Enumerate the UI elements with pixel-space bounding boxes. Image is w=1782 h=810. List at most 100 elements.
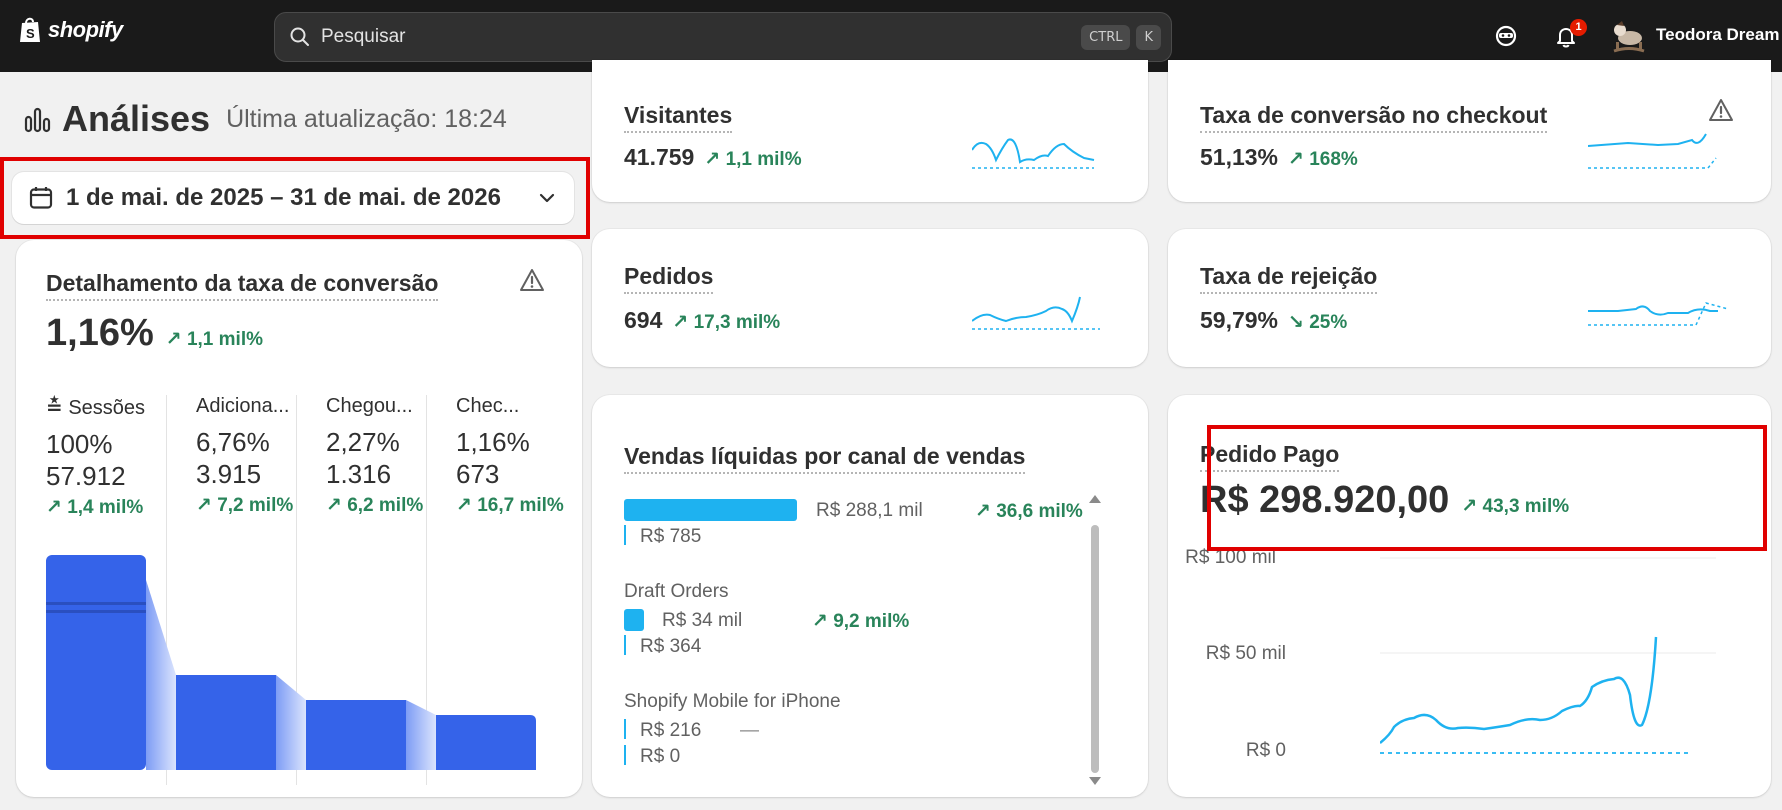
channel-name: Shopify Mobile for iPhone (624, 691, 841, 712)
bounce-rate-sparkline (1588, 302, 1729, 326)
channel-delta: 36,6 mil% (996, 501, 1083, 522)
last-updated-text: Última atualização: 18:24 (226, 104, 507, 133)
funnel-bar-divider (46, 602, 146, 605)
visitors-card: Visitantes 41.759 ↗ 1,1 mil% (592, 60, 1148, 202)
paid-orders-value: R$ 298.920,00 (1200, 479, 1450, 521)
warning-icon[interactable] (519, 268, 545, 292)
visitors-value: 41.759 (624, 144, 695, 170)
funnel-bar (46, 555, 146, 770)
funnel-count: 57.912 (46, 461, 126, 491)
y-axis-label: R$ 50 mil (1205, 643, 1286, 664)
channel-current-value: R$ 34 mil (662, 610, 743, 631)
sales-channel-title[interactable]: Vendas líquidas por canal de vendas (624, 443, 1026, 474)
conversion-breakdown-card: Detalhamento da taxa de conversão 1,16% … (16, 240, 582, 797)
funnel-connector (406, 700, 436, 770)
scrollbar-thumb[interactable] (1091, 525, 1099, 773)
conversion-delta-text: 1,1 mil% (186, 329, 263, 350)
funnel-bar-divider (46, 610, 146, 613)
scroll-down-arrow-icon[interactable] (1087, 775, 1103, 787)
channel-previous-value: R$ 364 (640, 636, 702, 657)
svg-text:S: S (26, 26, 35, 41)
notification-badge: 1 (1570, 19, 1587, 36)
channel-current-value: R$ 216 (640, 720, 702, 741)
bounce-rate-value: 59,79% (1200, 307, 1279, 333)
funnel-count: 673 (456, 459, 500, 489)
conversion-title[interactable]: Detalhamento da taxa de conversão (46, 270, 439, 301)
checkout-conversion-title[interactable]: Taxa de conversão no checkout (1200, 102, 1548, 133)
orders-card: Pedidos 694 ↗ 17,3 mil% (592, 229, 1148, 367)
scroll-up-arrow-icon[interactable] (1087, 493, 1103, 505)
funnel-percent: 1,16% (456, 427, 530, 457)
channel-current-value: R$ 288,1 mil (816, 500, 923, 521)
funnel-connector (276, 675, 306, 770)
orders-title[interactable]: Pedidos (624, 263, 714, 294)
logo-text: shopify (48, 17, 123, 42)
conversion-delta: ↗ 1,1 mil% (166, 328, 263, 351)
funnel-count: 1.316 (326, 459, 392, 489)
funnel-delta: 16,7 mil% (477, 495, 564, 516)
visitors-delta: 1,1 mil% (725, 149, 802, 170)
paid-orders-card: Pedido Pago R$ 298.920,00 ↗ 43,3 mil% R$… (1168, 395, 1771, 797)
y-axis-label: R$ 0 (1245, 740, 1286, 761)
shopify-logo[interactable]: S shopify (18, 16, 123, 44)
shopify-bag-icon: S (20, 17, 40, 42)
search-bar[interactable]: CTRL K (274, 12, 1172, 62)
bounce-rate-title[interactable]: Taxa de rejeição (1200, 263, 1378, 294)
shortcut-ctrl-key: CTRL (1081, 24, 1131, 50)
channel-current-bar (624, 609, 644, 631)
channel-previous-bar (624, 635, 626, 655)
analytics-icon (24, 107, 51, 133)
channel-delta-empty: — (740, 720, 759, 741)
channel-name: Draft Orders (624, 581, 729, 602)
funnel-percent: 2,27% (326, 427, 400, 457)
funnel-bar (436, 715, 536, 770)
checkout-conversion-card: Taxa de conversão no checkout 51,13% ↗ 1… (1168, 60, 1771, 202)
date-range-text: 1 de mai. de 2025 – 31 de mai. de 2026 (66, 184, 501, 211)
paid-orders-delta: 43,3 mil% (1482, 496, 1570, 517)
page-header: Análises Última atualização: 18:24 (24, 98, 507, 140)
funnel-delta: 7,2 mil% (217, 495, 294, 516)
arrow-down-icon: ↘ (1288, 312, 1304, 333)
search-input[interactable] (321, 26, 1076, 48)
channel-current-bar (624, 719, 626, 739)
funnel-chart (46, 555, 536, 770)
paid-orders-chart (1380, 557, 1716, 754)
orders-value: 694 (624, 307, 663, 333)
channel-previous-bar (624, 745, 626, 765)
visitors-title[interactable]: Visitantes (624, 102, 733, 133)
orders-sparkline (972, 296, 1100, 330)
checkout-conversion-sparkline (1588, 133, 1717, 169)
sidekick-icon[interactable] (1492, 22, 1520, 50)
funnel-connector (146, 580, 176, 770)
funnel-count: 3.915 (196, 459, 262, 489)
funnel-percent: 100% (46, 429, 113, 459)
user-menu[interactable]: Teodora Dream (1610, 16, 1779, 54)
paid-orders-title[interactable]: Pedido Pago (1200, 441, 1340, 472)
funnel-label: Chegou... (326, 395, 413, 417)
channel-previous-bar (624, 525, 626, 545)
funnel-bar (306, 700, 406, 770)
checkout-conversion-delta: 168% (1309, 149, 1358, 170)
search-icon (290, 27, 309, 46)
avatar (1613, 21, 1645, 53)
arrow-up-icon: ↗ (165, 329, 182, 350)
sessions-icon: ≛ (46, 397, 63, 419)
funnel-label: Adiciona... (196, 395, 290, 417)
date-range-picker[interactable]: 1 de mai. de 2025 – 31 de mai. de 2026 (12, 172, 574, 224)
visitors-sparkline (972, 138, 1095, 169)
orders-delta: 17,3 mil% (693, 312, 781, 333)
funnel-label: Chec... (456, 395, 520, 417)
channel-current-bar (624, 499, 797, 521)
bounce-rate-delta: 25% (1309, 312, 1348, 333)
warning-icon[interactable] (1708, 98, 1734, 122)
sales-by-channel-card: Vendas líquidas por canal de vendas R$ 2… (592, 395, 1148, 797)
funnel-delta: 1,4 mil% (67, 497, 144, 518)
funnel-delta: 6,2 mil% (347, 495, 424, 516)
conversion-rate-value: 1,16% (46, 312, 154, 354)
chevron-down-icon (539, 193, 555, 203)
calendar-icon (29, 187, 53, 209)
user-name: Teodora Dream (1656, 25, 1780, 44)
channel-previous-value: R$ 785 (640, 526, 702, 547)
channel-previous-value: R$ 0 (640, 746, 681, 767)
channel-delta: 9,2 mil% (833, 611, 910, 632)
